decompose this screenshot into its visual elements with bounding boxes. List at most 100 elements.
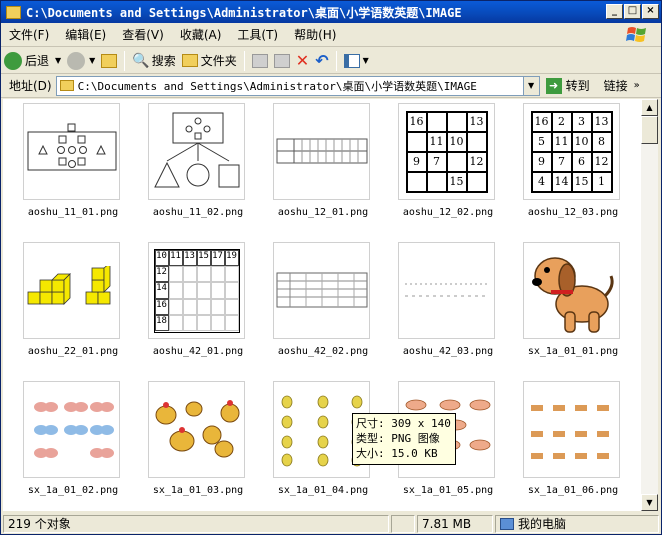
file-item[interactable]: aoshu_11_02.png bbox=[136, 103, 246, 233]
magic-square-cell: 16 bbox=[531, 111, 552, 132]
address-bar: 地址(D) C:\Documents and Settings\Administ… bbox=[1, 74, 661, 98]
thumbnail bbox=[23, 242, 120, 339]
back-arrow-icon bbox=[4, 51, 22, 70]
scroll-up-button[interactable]: ▲ bbox=[641, 99, 658, 116]
scroll-down-button[interactable]: ▼ bbox=[641, 494, 658, 511]
file-name: aoshu_12_01.png bbox=[277, 207, 369, 218]
vertical-scrollbar[interactable]: ▲ ▼ bbox=[641, 99, 658, 511]
copy-to-button[interactable] bbox=[271, 50, 293, 72]
move-to-button[interactable] bbox=[249, 50, 271, 72]
my-computer-icon bbox=[500, 517, 514, 530]
number-grid-icon: 10 11 13 15 17 19 12 14 16 18 bbox=[153, 248, 240, 333]
search-button[interactable]: 🔍 搜索 bbox=[129, 50, 178, 72]
undo-button[interactable]: ↶ bbox=[312, 50, 331, 72]
file-name: sx_1a_01_02.png bbox=[27, 485, 119, 496]
magic-square-partial-icon: 16 13 11 10 9 7 12 15 bbox=[405, 110, 488, 193]
search-icon: 🔍 bbox=[132, 52, 150, 69]
close-button[interactable]: × bbox=[642, 4, 659, 19]
forward-arrow-icon bbox=[67, 51, 86, 70]
menu-file[interactable]: 文件(F) bbox=[1, 25, 57, 45]
file-item[interactable]: aoshu_12_01.png bbox=[261, 103, 371, 233]
file-item[interactable]: sx_1a_01_02.png bbox=[11, 381, 121, 511]
file-item[interactable]: aoshu_42_03.png bbox=[386, 242, 496, 372]
back-button[interactable]: 后退 ▼ bbox=[1, 50, 64, 72]
grid-cell: 15 bbox=[196, 249, 211, 266]
forward-button[interactable]: ▼ bbox=[64, 50, 98, 72]
windows-logo-icon bbox=[626, 27, 646, 42]
status-location-label: 我的电脑 bbox=[518, 516, 567, 531]
line-sketch-icon bbox=[404, 283, 489, 296]
toolbar-separator bbox=[243, 50, 245, 71]
magic-square-cell: 10 bbox=[571, 131, 592, 152]
thumbnail bbox=[523, 242, 620, 339]
file-item[interactable]: 16 2 3 13 5 11 10 8 9 7 6 12 4 14 15 1 aoshu_12_03.png bbox=[511, 103, 621, 233]
menu-help[interactable]: 帮助(H) bbox=[286, 25, 344, 45]
title-bar[interactable]: C:\Documents and Settings\Administrator\… bbox=[1, 1, 661, 23]
folders-label: 文件夹 bbox=[200, 54, 237, 68]
file-name: aoshu_11_01.png bbox=[27, 207, 119, 218]
status-location: 我的电脑 bbox=[495, 514, 659, 533]
chevron-down-icon[interactable]: ▼ bbox=[89, 56, 95, 65]
thumbnail bbox=[273, 103, 370, 200]
thumbnail: 10 11 13 15 17 19 12 14 16 18 bbox=[148, 242, 245, 339]
magic-square-cell: 11 bbox=[551, 131, 572, 152]
file-name: aoshu_12_03.png bbox=[527, 207, 619, 218]
go-button[interactable]: ➜ 转到 bbox=[545, 77, 590, 94]
folders-button[interactable]: 文件夹 bbox=[179, 50, 240, 72]
file-item[interactable]: aoshu_42_02.png bbox=[261, 242, 371, 372]
grid-cell: 14 bbox=[154, 282, 169, 299]
folder-icon bbox=[6, 5, 21, 19]
views-button[interactable]: ▼ bbox=[341, 50, 372, 72]
file-item[interactable]: sx_1a_01_06.png bbox=[511, 381, 621, 511]
magic-square-cell: 15 bbox=[446, 171, 467, 192]
window-title: C:\Documents and Settings\Administrator\… bbox=[26, 5, 462, 20]
minimize-button[interactable]: _ bbox=[606, 4, 623, 19]
thumbnail bbox=[398, 242, 495, 339]
file-name: sx_1a_01_04.png bbox=[277, 485, 369, 496]
thumbnail bbox=[273, 242, 370, 339]
folder-icon bbox=[59, 80, 74, 91]
magic-square-cell: 8 bbox=[591, 131, 612, 152]
number-table-icon bbox=[276, 138, 367, 163]
go-arrow-icon: ➜ bbox=[545, 77, 562, 94]
maximize-button[interactable]: □ bbox=[624, 4, 641, 19]
file-item[interactable]: 10 11 13 15 17 19 12 14 16 18 aoshu_42_0… bbox=[136, 242, 246, 372]
status-bar: 219 个对象 7.81 MB 我的电脑 bbox=[1, 513, 661, 534]
menu-favorites[interactable]: 收藏(A) bbox=[172, 25, 230, 45]
scroll-thumb[interactable] bbox=[641, 116, 658, 144]
file-view: aoshu_11_01.png aoshu_11_02.png aoshu_12… bbox=[3, 99, 641, 511]
address-dropdown-button[interactable]: ▼ bbox=[522, 76, 539, 95]
magic-square-cell: 3 bbox=[571, 111, 592, 132]
file-name: aoshu_12_02.png bbox=[402, 207, 494, 218]
links-button[interactable]: 链接 bbox=[604, 77, 628, 94]
back-label: 后退 bbox=[25, 54, 50, 68]
file-item[interactable]: 16 13 11 10 9 7 12 15 aoshu_12_02.png bbox=[386, 103, 496, 233]
copy-to-icon bbox=[273, 53, 290, 68]
chevron-down-icon[interactable]: ▼ bbox=[55, 56, 61, 65]
file-name: aoshu_11_02.png bbox=[152, 207, 244, 218]
file-item[interactable]: sx_1a_01_03.png bbox=[136, 381, 246, 511]
menu-tools[interactable]: 工具(T) bbox=[229, 25, 286, 45]
grid-cell: 12 bbox=[154, 265, 169, 283]
magic-square-cell: 12 bbox=[591, 151, 612, 172]
file-item[interactable]: aoshu_11_01.png bbox=[11, 103, 121, 233]
address-input[interactable]: C:\Documents and Settings\Administrator\… bbox=[55, 75, 540, 96]
thumbnail bbox=[148, 103, 245, 200]
magic-square-cell bbox=[406, 171, 427, 192]
menu-view[interactable]: 查看(V) bbox=[114, 25, 172, 45]
magic-square-cell: 12 bbox=[466, 151, 487, 172]
menu-edit[interactable]: 编辑(E) bbox=[57, 25, 114, 45]
magic-square-cell: 15 bbox=[571, 171, 592, 192]
chevron-right-icon[interactable]: » bbox=[634, 80, 640, 91]
move-to-icon bbox=[251, 53, 268, 68]
file-item[interactable]: aoshu_22_01.png bbox=[11, 242, 121, 372]
magic-square-cell bbox=[426, 171, 447, 192]
magic-square-cell: 9 bbox=[531, 151, 552, 172]
file-item[interactable]: sx_1a_01_01.png bbox=[511, 242, 621, 372]
magic-square-cell: 11 bbox=[426, 131, 447, 152]
thumbnail bbox=[23, 381, 120, 478]
delete-button[interactable]: ✕ bbox=[293, 50, 312, 72]
up-folder-button[interactable] bbox=[98, 50, 120, 72]
shapes-pattern-icon bbox=[27, 123, 116, 170]
toolbar-separator bbox=[335, 50, 337, 71]
